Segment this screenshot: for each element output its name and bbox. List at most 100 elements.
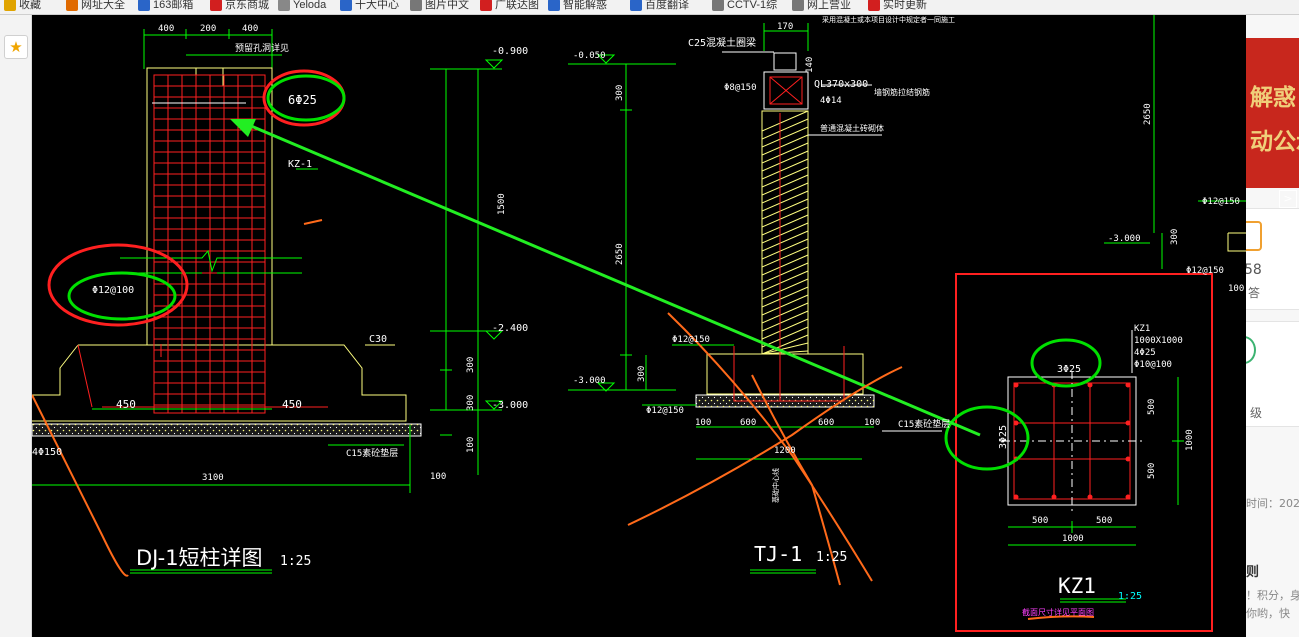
kz1-title: KZ1: [1058, 574, 1096, 598]
cad-drawing: 400 200 400 预留孔洞详见 6Φ25 KZ-1 Φ12@100 C30…: [32, 15, 1246, 637]
tj1-base-height: 300: [637, 366, 647, 382]
banner-next-icon[interactable]: >: [1279, 190, 1297, 208]
bookmark-label: 网址大全: [81, 0, 125, 11]
rebar-dot: [1087, 382, 1093, 388]
bookmark-favicon-icon: [630, 0, 642, 12]
kz1-spec-name: KZ1: [1134, 324, 1150, 334]
dj1-elev-mid: -2.400: [492, 323, 528, 334]
stat-number: 58: [1246, 262, 1262, 278]
kz1-spec-stirrup: Φ10@100: [1134, 360, 1172, 370]
tj1-dim-100a: 100: [695, 418, 711, 428]
rebar-dot: [1051, 494, 1057, 500]
dj1-dim-200: 200: [200, 24, 216, 34]
level-label: 级: [1250, 406, 1263, 420]
bookmark-item[interactable]: 网址大全: [66, 0, 125, 14]
bookmark-favicon-icon: [792, 0, 804, 12]
bookmark-item[interactable]: 网上营业: [792, 0, 851, 14]
dj1-dim-400-right: 400: [242, 24, 258, 34]
bookmark-label: 京东商城: [225, 0, 269, 11]
dj1-bar-left: 4Φ150: [32, 447, 62, 458]
dj1-dim-400-left: 400: [158, 24, 174, 34]
bookmark-favicon-icon: [480, 0, 492, 12]
tj1-beam-label: QL370x300: [814, 79, 868, 90]
right-height-300: 300: [1170, 229, 1180, 245]
kz1-dim-500-top: 500: [1147, 399, 1157, 415]
bookmark-favicon-icon: [410, 0, 422, 12]
left-sidebar: ★: [0, 15, 32, 637]
rebar-dot: [1125, 382, 1131, 388]
rebar-dot: [1125, 420, 1131, 426]
level-icon: [1246, 336, 1256, 364]
rebar-dot: [1013, 494, 1019, 500]
panel-title-fragment: 则: [1246, 565, 1260, 580]
tj1-dim-600b: 600: [818, 418, 834, 428]
dj1-concrete: C30: [369, 334, 387, 345]
stat-label: 答: [1248, 286, 1261, 300]
tj1-wall-fill: 普通混凝土砖砌体: [820, 123, 884, 133]
banner-line1: 解惑: [1250, 85, 1296, 111]
kz1-scale: 1:25: [1118, 591, 1142, 602]
bookmark-item[interactable]: 京东商城: [210, 0, 269, 14]
dj1-title: DJ-1短柱详图: [136, 546, 263, 570]
kz1-rebar-side: 3Φ25: [998, 425, 1009, 449]
dj1-scale: 1:25: [280, 554, 311, 569]
bookmark-item[interactable]: 图片中文: [410, 0, 469, 14]
right-side-panel: 解惑 动公示 > 58 答 级 时间：202 则 ！积分，身 你哟，快: [1246, 15, 1299, 637]
bookmarks-bar: 收藏 网址大全 163邮箱 京东商城 Yeloda 十大中心 图片中文 广联达图 智能解惑 百度翻…: [0, 0, 1299, 15]
bookmark-favicon-icon: [66, 0, 78, 12]
kz1-spec-size: 1000X1000: [1134, 336, 1183, 346]
dj1-height-1500: 1500: [497, 193, 507, 215]
dj1-column-label: KZ-1: [288, 159, 312, 170]
tj1-title: TJ-1: [754, 542, 802, 566]
bookmark-label: 图片中文: [425, 0, 469, 11]
panel-text-line1: ！积分，身: [1246, 589, 1299, 602]
bookmark-label: Yeloda: [293, 0, 327, 11]
bookmark-favicon-icon: [278, 0, 290, 12]
stats-icon: [1246, 221, 1262, 251]
dj1-cushion-thk: 100: [430, 472, 446, 482]
tj1-dim-total: 1200: [774, 446, 796, 456]
bookmark-item[interactable]: 实时更新: [868, 0, 927, 14]
bookmark-item[interactable]: 十大中心: [340, 0, 399, 14]
bookmark-favicon-icon: [4, 0, 16, 12]
tj1-beam-height: 140: [805, 57, 815, 73]
dj1-height-300b: 300: [466, 395, 476, 411]
bookmark-favicon-icon: [210, 0, 222, 12]
tj1-bar-bottom: Φ12@150: [646, 406, 684, 416]
dj1-note-top: 预留孔洞详见: [235, 42, 289, 54]
tj1-elev-top: -0.050: [573, 51, 606, 61]
dj1-cushion-label: C15素砼垫层: [346, 447, 398, 459]
star-icon[interactable]: ★: [4, 35, 28, 59]
tj1-wall-note: 墙钢筋拉结钢筋: [874, 87, 930, 97]
bookmark-favicon-icon: [340, 0, 352, 12]
tj1-height-300: 300: [615, 85, 625, 101]
bookmark-favicon-icon: [868, 0, 880, 12]
tj1-beam-concrete: C25混凝土圈梁: [688, 36, 756, 49]
bookmark-item[interactable]: 163邮箱: [138, 0, 193, 14]
kz1-dim-500b: 500: [1096, 516, 1112, 526]
bookmark-item[interactable]: 百度翻译: [630, 0, 689, 14]
kz1-dim-500a: 500: [1032, 516, 1048, 526]
bookmark-item[interactable]: 收藏: [4, 0, 41, 14]
level-card: 级: [1246, 321, 1299, 427]
bookmark-item[interactable]: CCTV-1综: [712, 0, 777, 14]
tj1-bar-top: Φ12@150: [672, 335, 710, 345]
dj1-width-total: 3100: [202, 473, 224, 483]
dj1-height-300a: 300: [466, 357, 476, 373]
bookmark-item[interactable]: 智能解惑: [548, 0, 607, 14]
bookmark-label: 十大中心: [355, 0, 399, 11]
tj1-dim-100b: 100: [864, 418, 880, 428]
right-height-2650: 2650: [1143, 103, 1153, 125]
kz1-dim-1000: 1000: [1062, 534, 1084, 544]
tj1-beam-stirrup: Φ8@150: [724, 83, 757, 93]
bookmark-item[interactable]: 广联达图: [480, 0, 539, 14]
bookmark-favicon-icon: [712, 0, 724, 12]
time-label: 时间：202: [1246, 497, 1299, 510]
kz1-dim-500-bottom: 500: [1147, 463, 1157, 479]
promo-banner[interactable]: 解惑 动公示 >: [1246, 38, 1299, 208]
bookmark-item[interactable]: Yeloda: [278, 0, 326, 14]
tj1-width-top: 170: [777, 22, 793, 32]
rebar-dot: [1087, 494, 1093, 500]
dj1-elev-bottom: -3.000: [492, 400, 528, 411]
bookmark-label: 百度翻译: [645, 0, 689, 11]
